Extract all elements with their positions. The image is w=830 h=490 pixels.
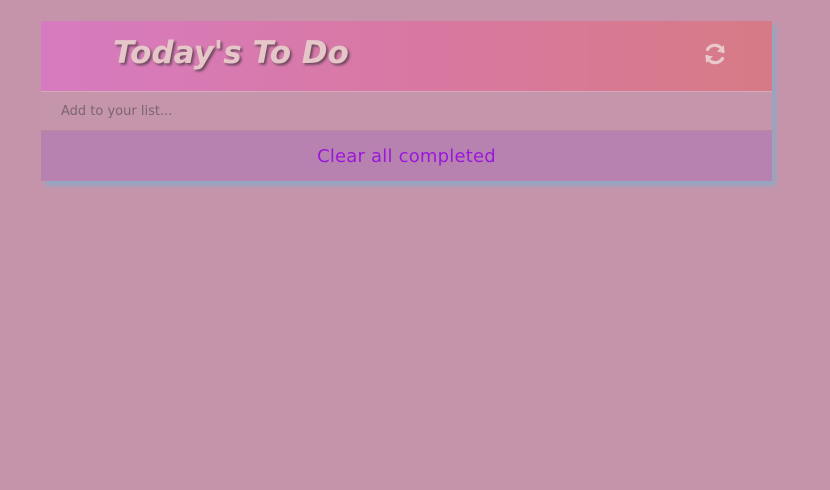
app-footer: Clear all completed [41, 131, 772, 181]
add-item-row [41, 91, 772, 131]
app-title: Today's To Do [113, 35, 349, 71]
app-header: Today's To Do [41, 21, 772, 91]
todo-app: Today's To Do Clear all completed [41, 21, 772, 181]
clear-completed-button[interactable]: Clear all completed [317, 146, 496, 167]
refresh-button[interactable] [701, 41, 729, 71]
refresh-icon [702, 41, 728, 71]
add-item-input[interactable] [41, 92, 772, 130]
